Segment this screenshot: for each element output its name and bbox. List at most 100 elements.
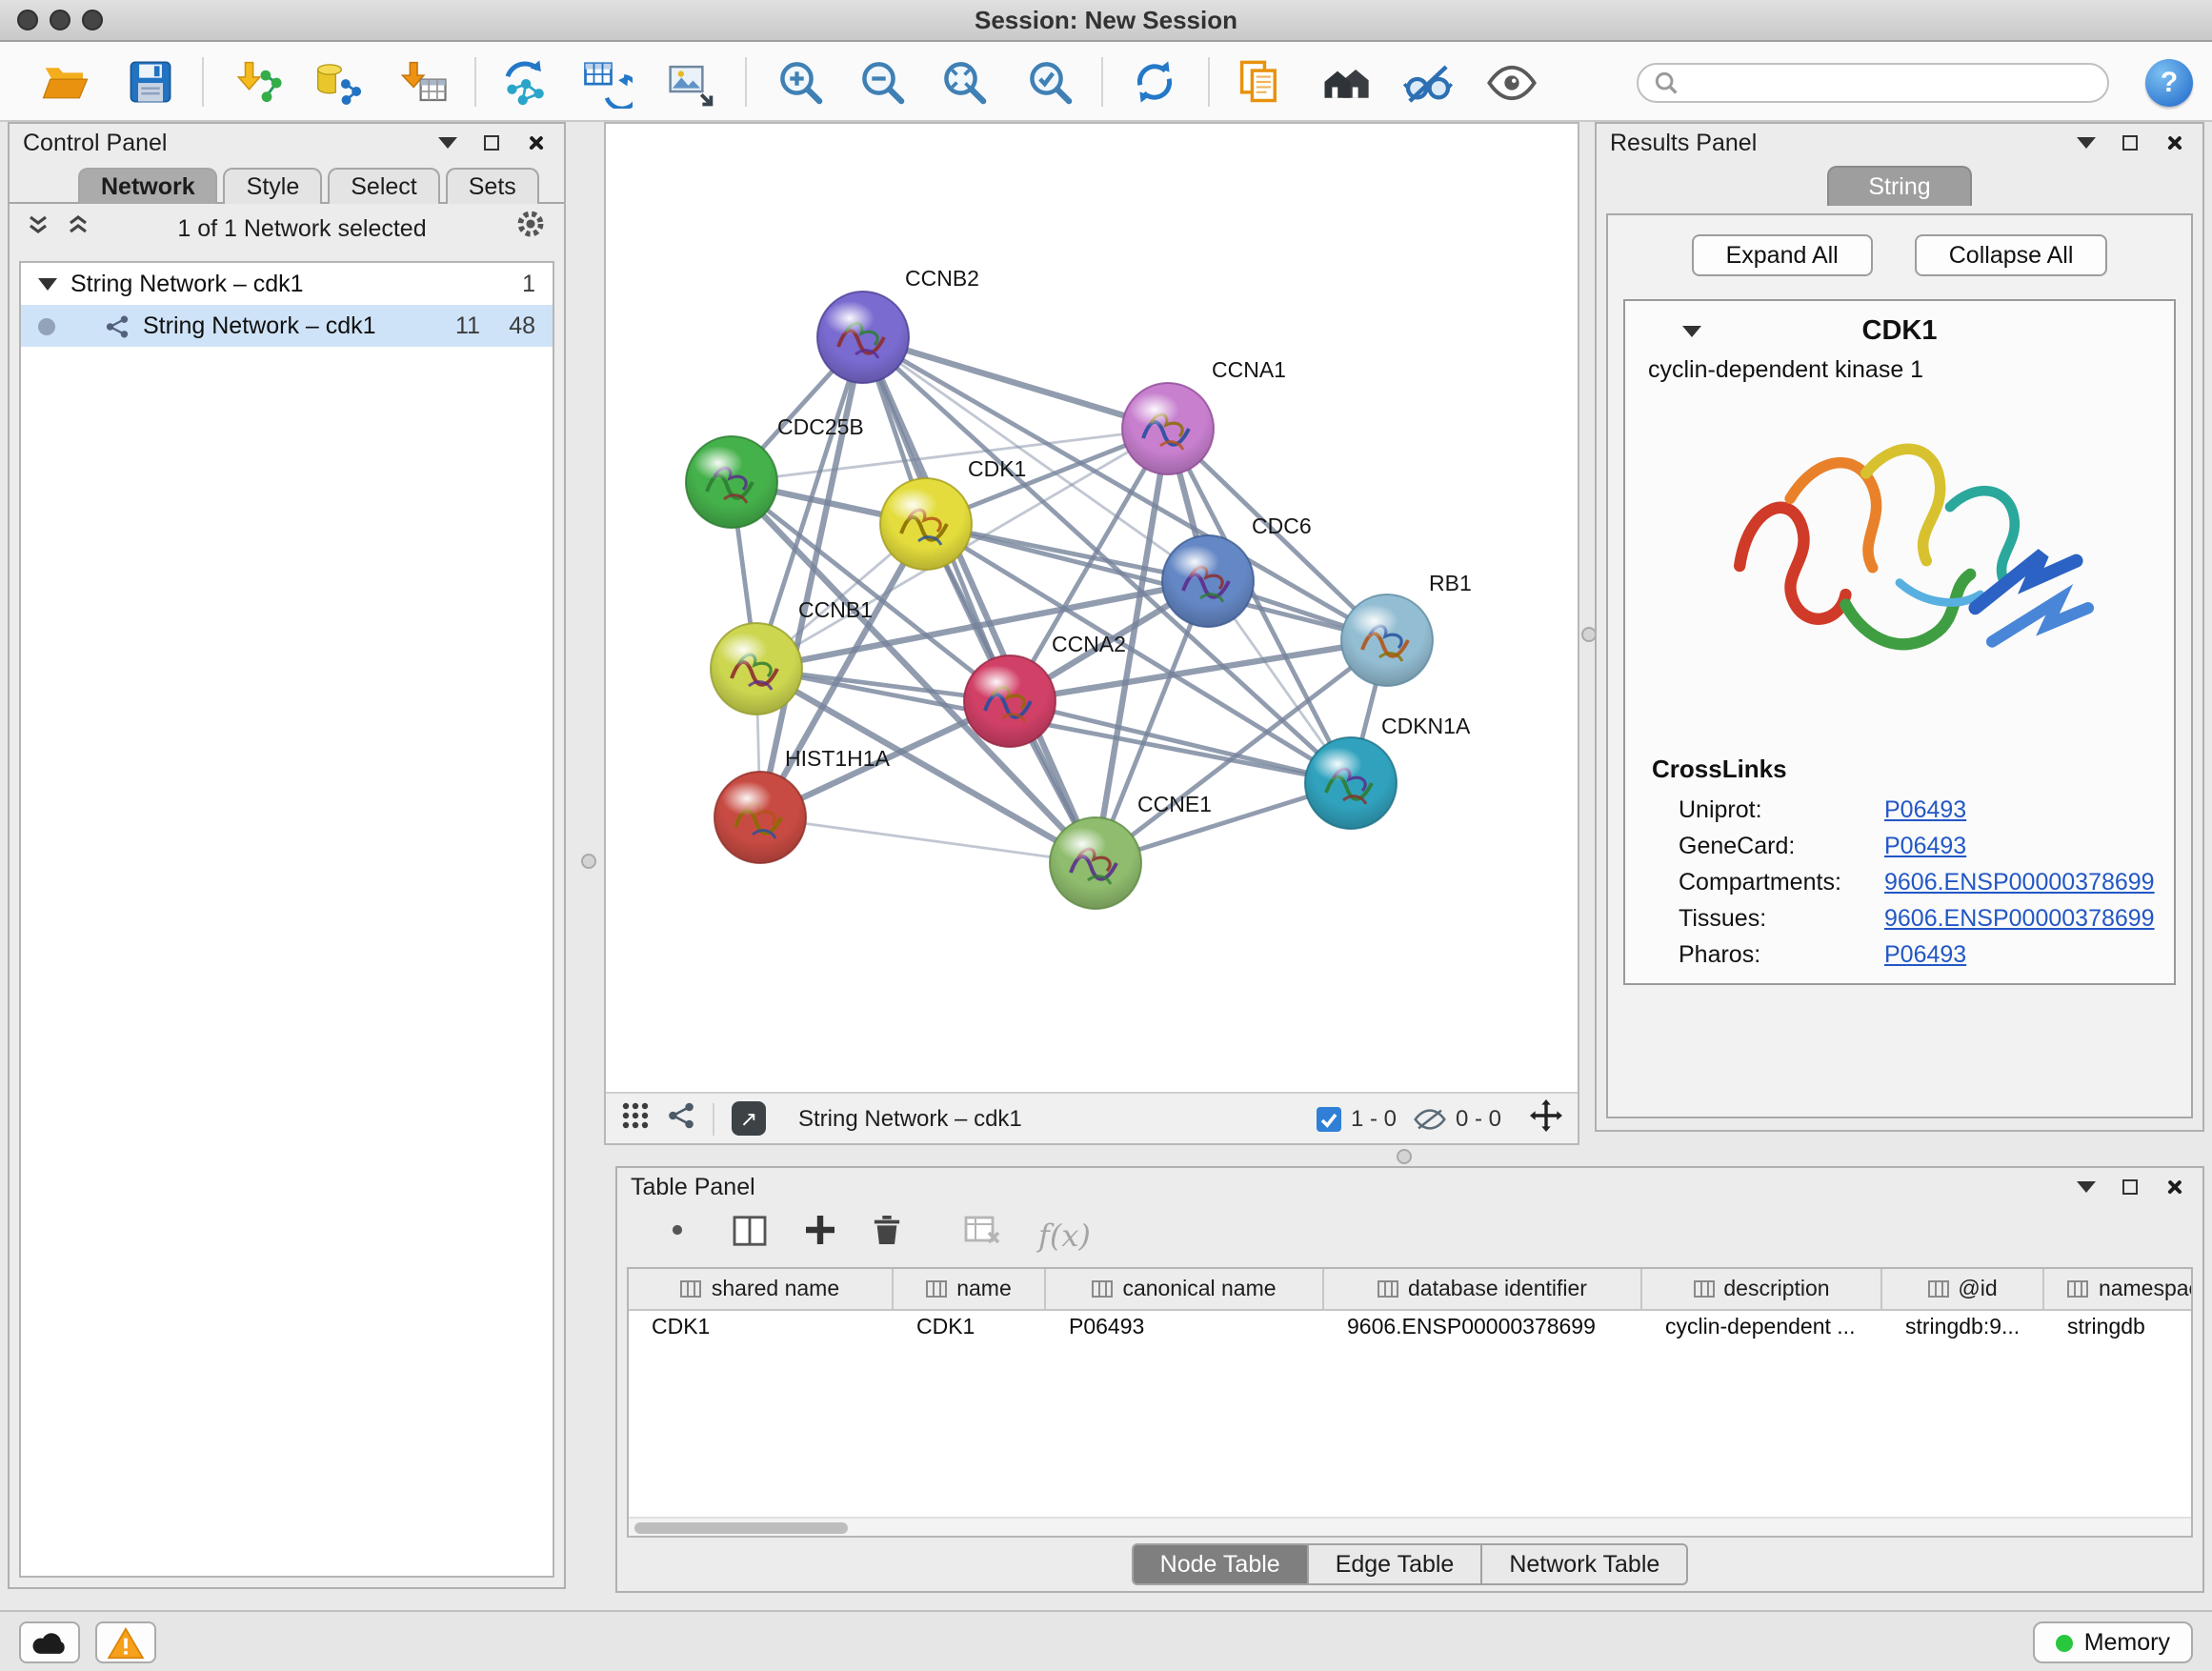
- panel-menu-button[interactable]: [432, 128, 463, 158]
- question-mark-icon: ?: [2161, 67, 2178, 99]
- scrollbar-thumb[interactable]: [634, 1521, 848, 1533]
- column-header-id[interactable]: @id: [1882, 1269, 2044, 1309]
- tab-network-table[interactable]: Network Table: [1480, 1543, 1688, 1585]
- panel-float-button[interactable]: [2115, 128, 2145, 158]
- crosslink-genecard-link[interactable]: P06493: [1884, 832, 1966, 858]
- function-builder-button[interactable]: f(x): [1038, 1217, 1091, 1253]
- panel-close-button[interactable]: [2159, 128, 2189, 158]
- cell-database-identifier: 9606.ENSP00000378699: [1324, 1311, 1642, 1349]
- network-node-count: 11: [438, 312, 480, 339]
- panel-close-button[interactable]: [520, 128, 551, 158]
- gene-card-header[interactable]: CDK1: [1625, 301, 2174, 354]
- control-panel: Control Panel Network Style Select Sets …: [8, 122, 566, 1589]
- open-external-button[interactable]: ↗: [732, 1101, 766, 1136]
- panel-menu-button[interactable]: [2071, 128, 2101, 158]
- show-columns-button[interactable]: [732, 1215, 768, 1255]
- save-session-button[interactable]: [122, 53, 179, 111]
- network-share-button[interactable]: [667, 1101, 695, 1136]
- tab-select[interactable]: Select: [328, 168, 440, 204]
- cloud-status-button[interactable]: [19, 1621, 80, 1663]
- crosslink-tissues-link[interactable]: 9606.ENSP00000378699: [1884, 904, 2155, 931]
- column-icon: [1693, 1280, 1714, 1298]
- search-box: [1637, 63, 2109, 103]
- table-toolbar: f(x): [617, 1206, 2202, 1263]
- svg-text:CDK1: CDK1: [968, 456, 1026, 481]
- import-network-file-button[interactable]: [229, 53, 286, 111]
- table-row[interactable]: CDK1 CDK1 P06493 9606.ENSP00000378699 cy…: [629, 1311, 2191, 1349]
- collapse-gene-icon[interactable]: [1682, 326, 1701, 337]
- import-network-database-button[interactable]: [309, 53, 366, 111]
- column-header-shared-name[interactable]: shared name: [629, 1269, 894, 1309]
- crosslink-compartments-link[interactable]: 9606.ENSP00000378699: [1884, 868, 2155, 895]
- collapse-all-tree-button[interactable]: [67, 211, 90, 246]
- crosslink-pharos-link[interactable]: P06493: [1884, 940, 1966, 967]
- zoom-out-button[interactable]: [854, 53, 911, 111]
- new-network-button[interactable]: [495, 53, 553, 111]
- zoom-in-button[interactable]: [772, 53, 829, 111]
- delete-column-button[interactable]: [873, 1214, 901, 1256]
- zoom-fit-button[interactable]: [935, 53, 993, 111]
- toggle-hidden-button[interactable]: [1398, 53, 1456, 111]
- left-splitter-handle[interactable]: [581, 854, 596, 869]
- window-titlebar: Session: New Session: [0, 0, 2212, 42]
- column-header-canonical-name[interactable]: canonical name: [1046, 1269, 1324, 1309]
- add-column-button[interactable]: [804, 1214, 836, 1256]
- expand-all-button[interactable]: Expand All: [1692, 234, 1873, 276]
- expand-all-tree-button[interactable]: [27, 211, 50, 246]
- panel-close-button[interactable]: [2159, 1172, 2189, 1202]
- fit-content-button[interactable]: [1530, 1099, 1562, 1137]
- memory-button[interactable]: Memory: [2033, 1621, 2193, 1663]
- refresh-layout-button[interactable]: [1126, 53, 1183, 111]
- network-row-selected[interactable]: String Network – cdk1 11 48: [21, 305, 553, 347]
- warnings-button[interactable]: [95, 1621, 156, 1663]
- open-session-button[interactable]: [36, 53, 93, 111]
- export-image-button[interactable]: [661, 53, 718, 111]
- horizontal-splitter-handle[interactable]: [1397, 1149, 1412, 1164]
- tab-edge-table[interactable]: Edge Table: [1307, 1543, 1483, 1585]
- tab-sets[interactable]: Sets: [446, 168, 539, 204]
- cloud-icon: [30, 1630, 69, 1655]
- column-header-namespace[interactable]: namespac: [2044, 1269, 2193, 1309]
- network-from-table-button[interactable]: [577, 53, 634, 111]
- string-network-icon: [105, 313, 130, 338]
- import-table-button[interactable]: [394, 53, 452, 111]
- table-horizontal-scrollbar[interactable]: [629, 1517, 2191, 1536]
- table-settings-button[interactable]: [659, 1212, 695, 1258]
- protein-structure-image: [1698, 394, 2101, 737]
- report-button[interactable]: [1231, 53, 1288, 111]
- panel-float-button[interactable]: [476, 128, 507, 158]
- table-header-row: shared name name canonical name database…: [629, 1269, 2191, 1311]
- zoom-selected-button[interactable]: [1021, 53, 1078, 111]
- show-graphics-button[interactable]: [1482, 53, 1539, 111]
- control-panel-tabs: Network Style Select Sets: [78, 168, 564, 204]
- tab-network[interactable]: Network: [78, 168, 218, 204]
- column-header-name[interactable]: name: [894, 1269, 1046, 1309]
- column-header-database-identifier[interactable]: database identifier: [1324, 1269, 1642, 1309]
- tab-style[interactable]: Style: [224, 168, 323, 204]
- panel-float-button[interactable]: [2115, 1172, 2145, 1202]
- tab-node-table[interactable]: Node Table: [1132, 1543, 1309, 1585]
- column-header-description[interactable]: description: [1642, 1269, 1882, 1309]
- network-canvas[interactable]: CCNB2CCNA1CDC25BCDK1CDC6RB1CCNB1CCNA2CDK…: [606, 124, 1578, 1092]
- float-window-icon: [484, 135, 499, 151]
- search-input[interactable]: [1690, 68, 2092, 98]
- crosslink-row: Tissues: 9606.ENSP00000378699: [1625, 899, 2174, 936]
- help-button[interactable]: ?: [2145, 59, 2193, 107]
- birdseye-toggle-button[interactable]: [621, 1101, 650, 1136]
- home-button[interactable]: [1317, 53, 1374, 111]
- delete-table-button[interactable]: [964, 1215, 1002, 1255]
- network-collection-row[interactable]: String Network – cdk1 1: [21, 263, 553, 305]
- gear-icon: [514, 208, 547, 240]
- chevron-down-icon: [438, 137, 457, 149]
- panel-menu-button[interactable]: [2071, 1172, 2101, 1202]
- crosslink-row: Pharos: P06493: [1625, 936, 2174, 982]
- glasses-slash-icon: [1401, 56, 1453, 108]
- network-canvas-area[interactable]: CCNB2CCNA1CDC25BCDK1CDC6RB1CCNB1CCNA2CDK…: [606, 124, 1578, 1092]
- results-tab-string[interactable]: String: [1827, 166, 1972, 206]
- checkbox-icon: [1317, 1106, 1341, 1131]
- network-from-table-icon: [580, 56, 632, 108]
- collapse-all-button[interactable]: Collapse All: [1915, 234, 2108, 276]
- crosslink-uniprot-link[interactable]: P06493: [1884, 795, 1966, 822]
- network-options-button[interactable]: [514, 208, 547, 250]
- column-icon: [1377, 1280, 1398, 1298]
